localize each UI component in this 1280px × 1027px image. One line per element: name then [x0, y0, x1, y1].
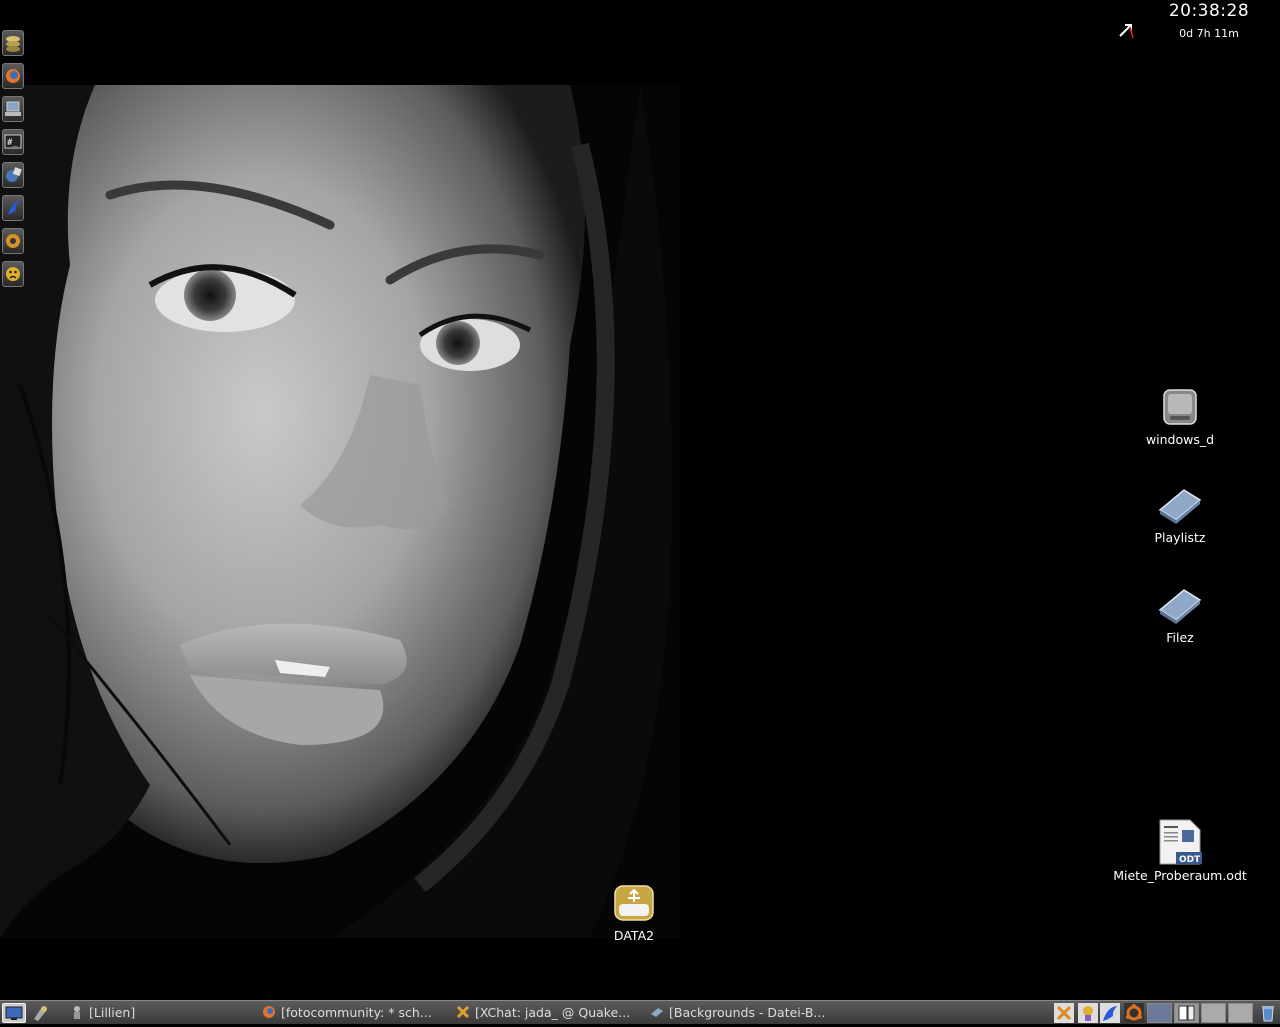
desktop-icon-filez[interactable]: Filez	[1110, 584, 1250, 646]
monitor-icon	[5, 1006, 23, 1020]
desk-tools-icon	[34, 1006, 47, 1021]
svg-text:#_: #_	[7, 138, 18, 148]
desktop-icon-label: Filez	[1166, 630, 1194, 645]
odt-document-icon: ODT	[1156, 818, 1204, 866]
person-icon	[70, 1003, 84, 1019]
desktop-icon-label: Miete_Proberaum.odt	[1113, 868, 1247, 883]
task-backgrounds[interactable]: [Backgrounds - Datei-B...	[650, 1001, 840, 1024]
xchat-icon	[456, 1003, 470, 1019]
media-player-icon[interactable]	[2, 228, 24, 254]
mouse-cursor-icon	[1118, 22, 1136, 40]
show-desktop-button[interactable]	[30, 1003, 52, 1023]
desktop-clock: 20:38:28 0d 7h 11m	[1150, 0, 1268, 40]
app-launcher-bar: #_	[0, 30, 26, 294]
taskbar: [Lillien] [fotocommunity: * sch... [XCha…	[0, 1000, 1280, 1024]
folder-drive-icon	[1156, 484, 1204, 528]
task-label: [XChat: jada_ @ Quake...	[475, 1005, 631, 1020]
pidgin-tray-icon[interactable]	[1078, 1003, 1098, 1023]
hard-drive-icon	[1156, 386, 1204, 430]
start-menu-button[interactable]	[2, 1003, 26, 1023]
bird-tray-icon[interactable]	[1100, 1003, 1120, 1023]
task-lillien[interactable]: [Lillien]	[70, 1001, 250, 1024]
terminal-icon[interactable]: #_	[2, 129, 24, 155]
uptime-readout: 0d 7h 11m	[1179, 27, 1239, 40]
desktop-icon-miete-proberaum[interactable]: ODT Miete_Proberaum.odt	[1110, 818, 1250, 884]
workspace-2[interactable]	[1174, 1003, 1199, 1023]
firefox-icon	[262, 1003, 276, 1018]
blue-bird-icon[interactable]	[2, 195, 24, 221]
warning-face-icon[interactable]	[2, 261, 24, 287]
network-globe-icon[interactable]	[2, 162, 24, 188]
firefox-icon[interactable]	[2, 63, 24, 89]
folder-drive-icon	[1156, 584, 1204, 628]
workspace-4[interactable]	[1228, 1003, 1253, 1023]
desktop-icon-label: DATA2	[613, 928, 655, 943]
trash-icon[interactable]	[1258, 1003, 1278, 1023]
clock-time: 20:38:28	[1168, 1, 1250, 21]
desktop-icon-data2[interactable]: DATA2	[564, 882, 704, 944]
task-label: [fotocommunity: * sch...	[281, 1005, 432, 1020]
desktop-wallpaper	[0, 85, 680, 938]
desktop-icon-playlistz[interactable]: Playlistz	[1110, 484, 1250, 546]
desktop-icon-label: windows_d	[1145, 432, 1215, 447]
task-label: [Backgrounds - Datei-B...	[669, 1005, 826, 1020]
task-label: [Lillien]	[89, 1005, 136, 1020]
workspace-1[interactable]	[1147, 1003, 1172, 1023]
laptop-icon[interactable]	[2, 96, 24, 122]
workspace-3[interactable]	[1201, 1003, 1226, 1023]
xchat-tray-icon[interactable]	[1054, 1003, 1074, 1023]
ubuntu-tray-icon[interactable]	[1124, 1003, 1144, 1023]
file-manager-icon	[650, 1003, 664, 1017]
task-fotocommunity[interactable]: [fotocommunity: * sch...	[262, 1001, 444, 1024]
desktop-icon-label: Playlistz	[1154, 530, 1206, 545]
usb-drive-icon	[610, 882, 658, 926]
task-xchat[interactable]: [XChat: jada_ @ Quake...	[456, 1001, 640, 1024]
desktop-icon-windows-d[interactable]: windows_d	[1110, 386, 1250, 448]
coins-app-icon[interactable]	[2, 30, 24, 56]
svg-text:ODT: ODT	[1179, 855, 1201, 865]
